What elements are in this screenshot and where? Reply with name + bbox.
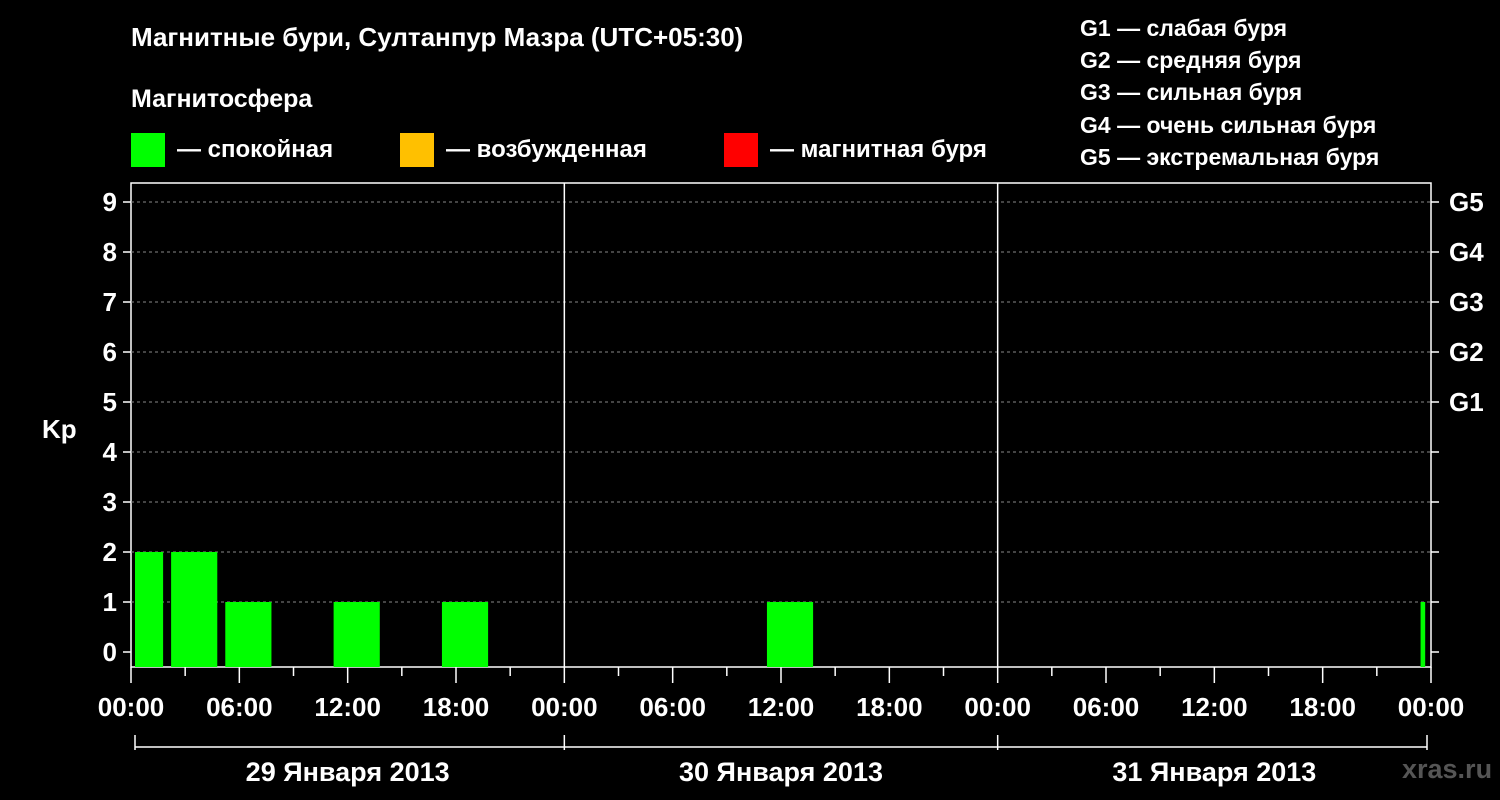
x-tick-label: 00:00	[531, 692, 598, 722]
g-level-label: G1	[1449, 387, 1484, 417]
x-tick-label: 00:00	[98, 692, 165, 722]
y-tick-label: 2	[103, 537, 117, 567]
g-level-label: G5	[1449, 187, 1484, 217]
x-tick-label: 12:00	[748, 692, 815, 722]
kp-chart: 0 1 2 3 4 5 6 7 8 9 G1 G2 G3 G4 G5 Kp 00:00 06:00 12:00 18:…	[42, 182, 1484, 787]
y-tick-label: 8	[103, 237, 117, 267]
x-tick-label: 06:00	[1073, 692, 1140, 722]
day-label: 30 Января 2013	[679, 757, 883, 787]
y-tick-label: 1	[103, 587, 117, 617]
x-tick-label: 18:00	[1289, 692, 1356, 722]
x-tick-label: 06:00	[639, 692, 706, 722]
x-tick-label: 00:00	[964, 692, 1031, 722]
y-tick-label: 4	[103, 437, 118, 467]
x-tick-label: 00:00	[1398, 692, 1465, 722]
x-tick-label: 12:00	[314, 692, 381, 722]
kp-bar	[171, 552, 218, 667]
plot-frame	[130, 182, 1432, 668]
kp-bar	[225, 602, 272, 667]
x-tick-label: 12:00	[1181, 692, 1248, 722]
kp-bar	[1420, 602, 1426, 667]
g-level-label: G3	[1449, 287, 1484, 317]
x-tick-label: 18:00	[423, 692, 490, 722]
watermark: xras.ru	[1402, 754, 1493, 784]
y-tick-label: 6	[103, 337, 117, 367]
y-tick-label: 5	[103, 387, 117, 417]
y-tick-label: 3	[103, 487, 117, 517]
kp-bar	[766, 602, 814, 667]
kp-bar	[333, 602, 380, 667]
y-tick-label: 0	[103, 637, 117, 667]
day-label: 31 Января 2013	[1112, 757, 1316, 787]
kp-bar	[135, 552, 164, 667]
kp-bar	[441, 602, 489, 667]
y-tick-label: 9	[103, 187, 117, 217]
x-tick-label: 06:00	[206, 692, 273, 722]
day-label: 29 Января 2013	[246, 757, 450, 787]
g-level-label: G2	[1449, 337, 1484, 367]
y-tick-label: 7	[103, 287, 117, 317]
g-level-label: G4	[1449, 237, 1484, 267]
y-axis-label: Kp	[42, 414, 77, 444]
x-tick-label: 18:00	[856, 692, 923, 722]
